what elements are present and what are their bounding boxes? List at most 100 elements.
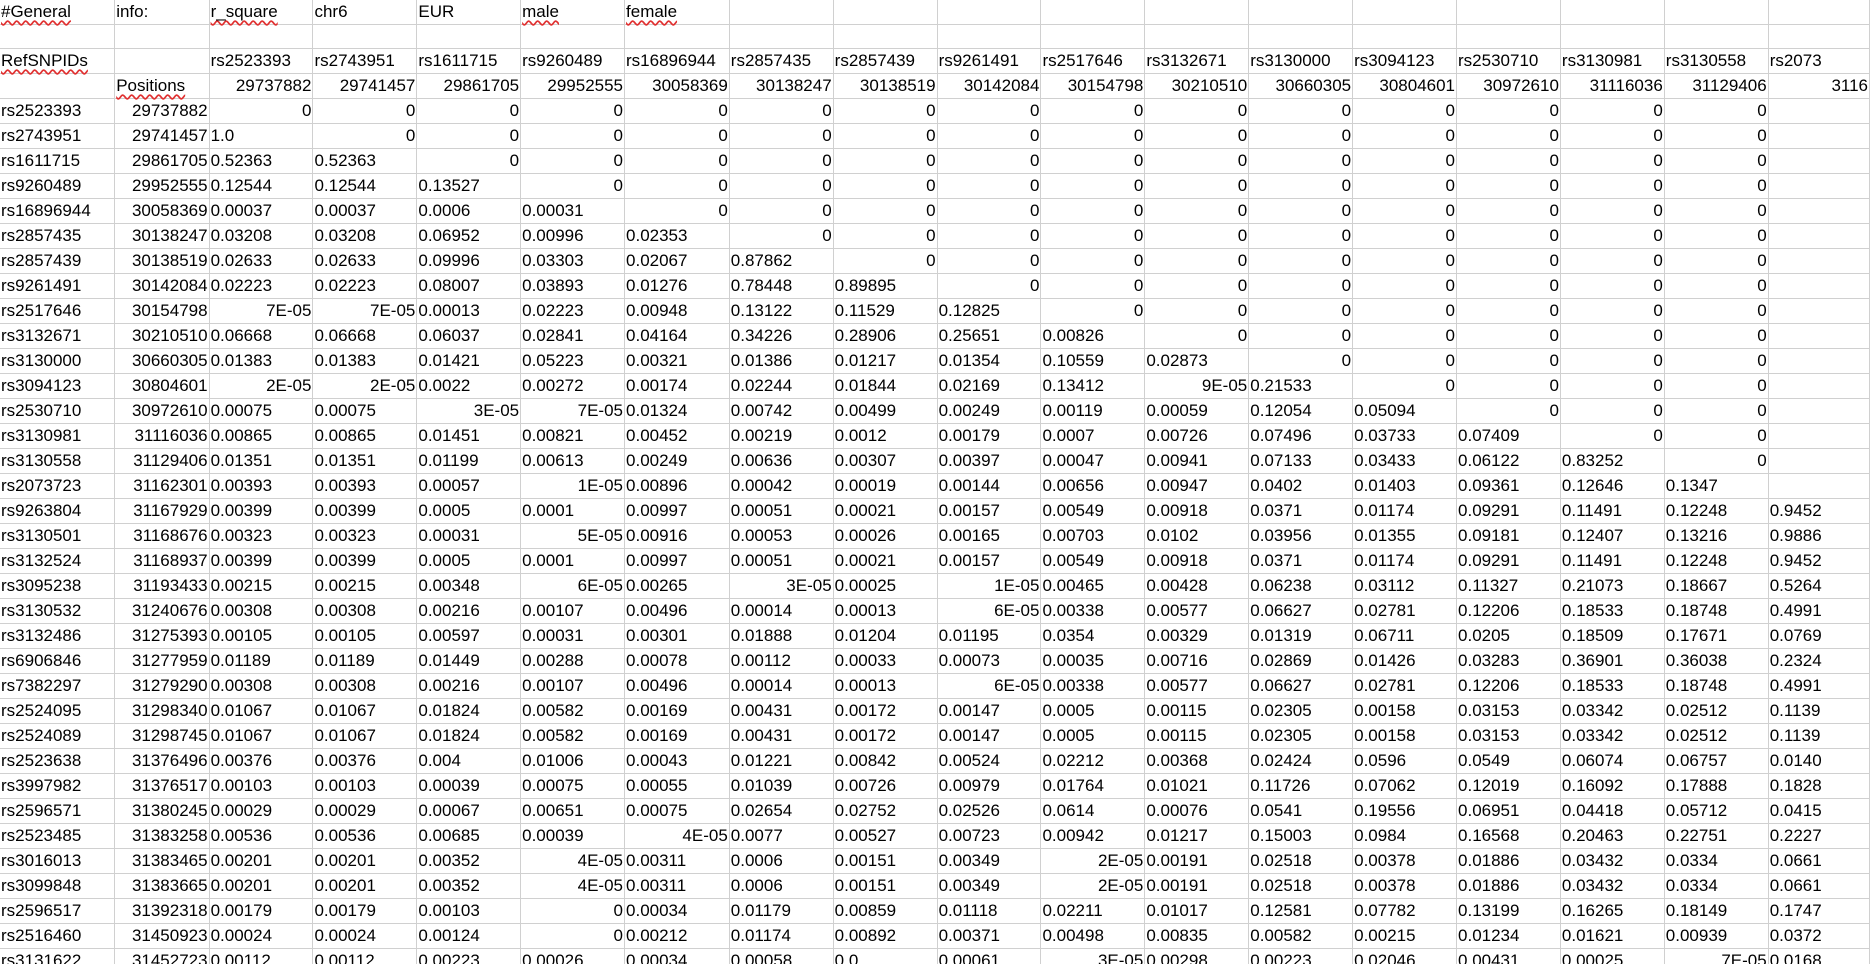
cell[interactable]: 0.12054	[1248, 398, 1354, 424]
cell[interactable]: 0.10559	[1040, 348, 1146, 374]
cell[interactable]: 0.0007	[1040, 423, 1146, 449]
cell[interactable]: 0.00058	[729, 948, 834, 964]
cell[interactable]: 3116	[1768, 73, 1870, 99]
cell[interactable]	[1352, 24, 1458, 49]
cell[interactable]: 0	[1560, 198, 1665, 224]
cell[interactable]: 31298745	[114, 723, 210, 749]
cell[interactable]: 0	[1248, 323, 1354, 349]
cell[interactable]: 0	[937, 173, 1042, 199]
cell[interactable]: 0.00212	[624, 923, 730, 949]
cell[interactable]: 0.00024	[312, 923, 418, 949]
cell[interactable]: 0.01426	[1352, 648, 1458, 674]
cell[interactable]: 0	[1664, 448, 1769, 474]
cell[interactable]: 0	[416, 98, 522, 124]
cell[interactable]: 0.00172	[833, 723, 938, 749]
cell[interactable]: 0.01021	[1144, 773, 1250, 799]
cell[interactable]: 0	[729, 98, 834, 124]
cell[interactable]: 0.0102	[1144, 523, 1250, 549]
cell[interactable]: 0.00037	[312, 198, 418, 224]
cell[interactable]: 0	[1144, 198, 1250, 224]
cell[interactable]: 0.00151	[833, 848, 938, 874]
cell[interactable]: 0	[1456, 248, 1561, 274]
cell[interactable]	[1768, 24, 1870, 49]
cell[interactable]: 0.00103	[312, 773, 418, 799]
cell[interactable]: 0.00103	[416, 898, 522, 924]
cell[interactable]: 0.01449	[416, 648, 522, 674]
cell[interactable]: 0.02353	[624, 223, 730, 249]
cell[interactable]: 0.00892	[833, 923, 938, 949]
cell[interactable]: 0.00147	[937, 698, 1042, 724]
cell[interactable]: 0.00349	[937, 873, 1042, 899]
cell[interactable]: 0.00323	[312, 523, 418, 549]
cell[interactable]	[937, 24, 1042, 49]
cell[interactable]: 0.00368	[1144, 748, 1250, 774]
cell[interactable]: rs3016013	[0, 848, 116, 874]
cell[interactable]: 0	[1560, 348, 1665, 374]
cell[interactable]: 0.16265	[1560, 898, 1665, 924]
cell[interactable]: 0.00073	[937, 648, 1042, 674]
cell[interactable]	[1768, 273, 1870, 299]
cell[interactable]: 3E-05	[1040, 948, 1146, 964]
cell[interactable]: 0	[1664, 123, 1769, 149]
cell[interactable]: 0.01421	[416, 348, 522, 374]
cell[interactable]: 0.06627	[1248, 598, 1354, 624]
cell[interactable]: 0.4991	[1768, 673, 1870, 699]
cell[interactable]: 0.00169	[624, 698, 730, 724]
cell[interactable]: 0.00916	[624, 523, 730, 549]
cell[interactable]: 0.03112	[1352, 573, 1458, 599]
cell[interactable]: 0.01355	[1352, 523, 1458, 549]
cell[interactable]: 0.00013	[833, 673, 938, 699]
cell[interactable]: 29741457	[114, 123, 210, 149]
cell[interactable]: 0.4991	[1768, 598, 1870, 624]
cell[interactable]: 30142084	[114, 273, 210, 299]
cell[interactable]: 0	[1560, 323, 1665, 349]
cell[interactable]: rs16896944	[0, 198, 116, 224]
cell[interactable]	[1352, 0, 1458, 25]
cell[interactable]: 0	[729, 198, 834, 224]
cell[interactable]	[114, 24, 210, 49]
cell[interactable]: 0.03208	[209, 223, 314, 249]
cell[interactable]	[1768, 123, 1870, 149]
cell[interactable]: rs3130981	[0, 423, 116, 449]
cell[interactable]: 0.1828	[1768, 773, 1870, 799]
cell[interactable]: 0.00496	[624, 598, 730, 624]
cell[interactable]: 0.00997	[624, 498, 730, 524]
cell[interactable]: 0.03153	[1456, 698, 1561, 724]
cell[interactable]: 0.00723	[937, 823, 1042, 849]
cell[interactable]: 0	[1040, 148, 1146, 174]
cell[interactable]: 31116036	[114, 423, 210, 449]
cell[interactable]: 0.00025	[833, 573, 938, 599]
cell[interactable]: 31383465	[114, 848, 210, 874]
cell[interactable]: 0.0006	[729, 873, 834, 899]
cell[interactable]: 0.13527	[416, 173, 522, 199]
cell[interactable]: 0	[520, 123, 626, 149]
cell[interactable]: 30058369	[114, 198, 210, 224]
cell[interactable]	[1768, 423, 1870, 449]
cell[interactable]: rs2517646	[0, 298, 116, 324]
cell[interactable]: rs2743951	[312, 48, 418, 74]
cell[interactable]: 0	[937, 273, 1042, 299]
cell[interactable]: 0.02223	[520, 298, 626, 324]
cell[interactable]: rs7382297	[0, 673, 116, 699]
cell[interactable]: 0.01621	[1560, 923, 1665, 949]
cell[interactable]: 0.00329	[1144, 623, 1250, 649]
cell[interactable]: rs3130981	[1560, 48, 1665, 74]
cell[interactable]	[1144, 24, 1250, 49]
cell[interactable]: 0.00376	[312, 748, 418, 774]
cell[interactable]: 0.00047	[1040, 448, 1146, 474]
cell[interactable]: 6E-05	[520, 573, 626, 599]
cell[interactable]: 0.01844	[833, 373, 938, 399]
cell[interactable]: 0.08007	[416, 273, 522, 299]
cell[interactable]: 0.0022	[416, 373, 522, 399]
cell[interactable]: 0.00524	[937, 748, 1042, 774]
cell[interactable]: 0.00321	[624, 348, 730, 374]
cell[interactable]: rs3094123	[0, 373, 116, 399]
cell[interactable]: 0	[416, 123, 522, 149]
cell[interactable]: 0	[1560, 98, 1665, 124]
cell[interactable]	[1768, 298, 1870, 324]
cell[interactable]: 31193433	[114, 573, 210, 599]
cell[interactable]: 0.00685	[416, 823, 522, 849]
cell[interactable]: 2E-05	[209, 373, 314, 399]
cell[interactable]: 0	[1144, 148, 1250, 174]
cell[interactable]: 0.06627	[1248, 673, 1354, 699]
